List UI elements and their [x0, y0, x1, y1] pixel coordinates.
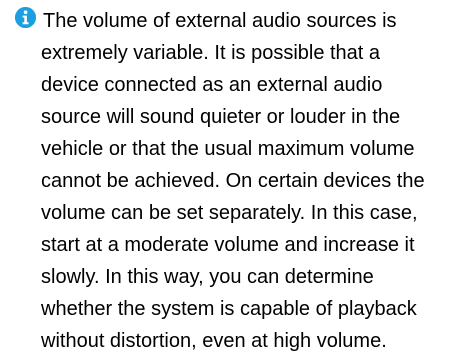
- note-line: vehicle or that the usual maximum volume: [41, 138, 415, 160]
- note-line: extremely variable. It is possible that …: [41, 42, 381, 64]
- note-line: The volume of external audio sources is: [43, 10, 397, 32]
- note-line: cannot be achieved. On certain devices t…: [41, 170, 425, 192]
- note-line: source will sound quieter or louder in t…: [41, 106, 401, 128]
- info-note: The volume of external audio sources is …: [0, 0, 464, 352]
- info-icon: [15, 7, 36, 28]
- note-text: The volume of external audio sources is …: [15, 5, 455, 357]
- note-line: volume can be set separately. In this ca…: [41, 202, 418, 224]
- note-line: slowly. In this way, you can determine: [41, 266, 374, 288]
- note-line: device connected as an external audio: [41, 74, 383, 96]
- note-line: without distortion, even at high volume.: [41, 330, 387, 352]
- note-line: whether the system is capable of playbac…: [41, 298, 417, 320]
- note-line: start at a moderate volume and increase …: [41, 234, 415, 256]
